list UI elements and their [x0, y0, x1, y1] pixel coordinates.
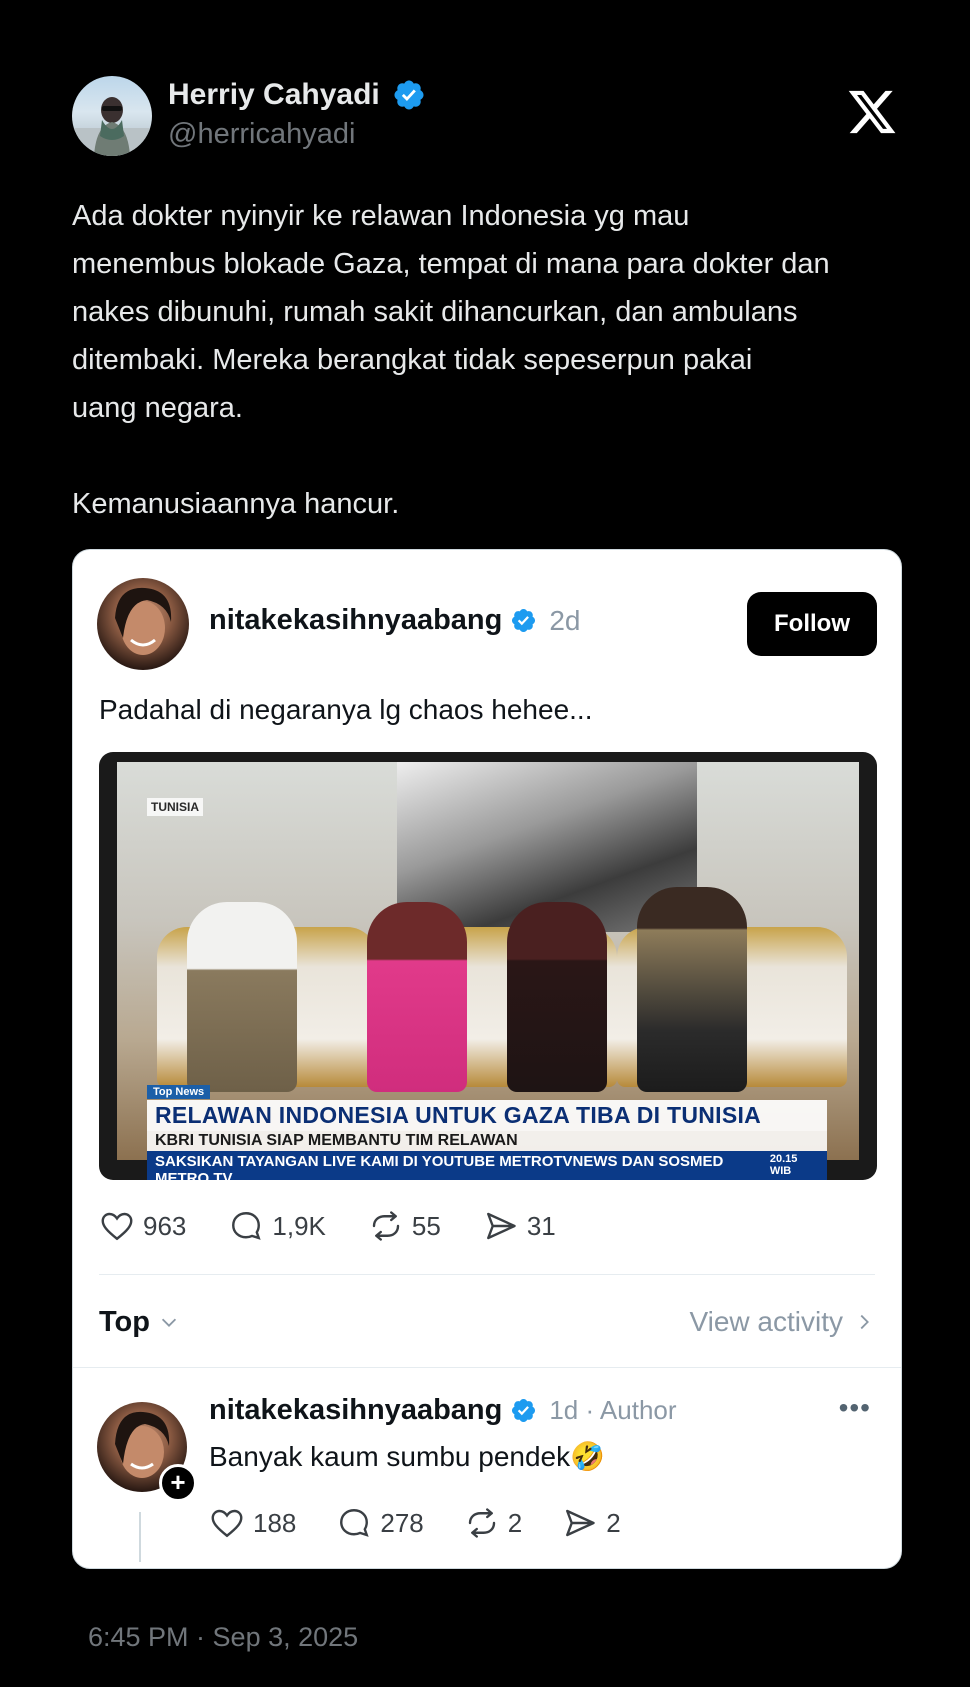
program-tag: Top News [147, 1085, 211, 1099]
quoted-post-media[interactable]: TUNISIA Top News RELAWAN INDONESIA UNTUK… [99, 752, 877, 1180]
reply-text: Banyak kaum sumbu pendek🤣 [209, 1441, 605, 1472]
reply-count: 278 [380, 1507, 424, 1538]
reply-button[interactable]: 278 [336, 1505, 424, 1541]
comment-icon [232, 1212, 262, 1240]
heart-icon [211, 1509, 243, 1538]
more-options-icon[interactable]: ••• [839, 1392, 871, 1424]
thread-line [139, 1512, 141, 1562]
quoted-username[interactable]: nitakekasihnyaabang [209, 604, 502, 637]
repost-button[interactable]: 2 [464, 1505, 522, 1541]
reply-author-avatar[interactable]: + [97, 1402, 197, 1502]
repost-count: 55 [411, 1210, 441, 1241]
quoted-post-card[interactable]: nitakekasihnyaabang 2d Follow Padahal di… [72, 549, 902, 1569]
news-headline: RELAWAN INDONESIA UNTUK GAZA TIBA DI TUN… [147, 1100, 827, 1131]
share-count: 2 [606, 1507, 621, 1538]
share-button[interactable]: 2 [562, 1505, 621, 1541]
send-icon [486, 1212, 516, 1240]
news-lower-third: Top News RELAWAN INDONESIA UNTUK GAZA TI… [147, 1082, 827, 1180]
sort-label: Top [99, 1305, 150, 1338]
author-display-name[interactable]: Herriy Cahyadi [168, 78, 380, 112]
reply-meta: 1d · Author [549, 1395, 677, 1425]
verified-badge-icon [512, 608, 536, 633]
send-icon [566, 1509, 595, 1537]
broadcast-clock: 20.15 WIB [769, 1153, 798, 1177]
follow-plus-icon[interactable]: + [159, 1464, 197, 1502]
person [507, 902, 607, 1092]
divider [99, 1274, 875, 1275]
tweet-timestamp[interactable]: 6:45 PM · Sep 3, 2025 [88, 1622, 358, 1653]
like-button[interactable]: 188 [209, 1505, 296, 1541]
like-count: 963 [143, 1210, 187, 1241]
repost-button[interactable]: 55 [368, 1208, 441, 1244]
ticker-text: SAKSIKAN TAYANGAN LIVE KAMI DI YOUTUBE M… [155, 1153, 724, 1180]
quoted-post-time: 2d [549, 604, 581, 636]
person [637, 887, 747, 1092]
share-button[interactable]: 31 [483, 1208, 556, 1244]
quoted-post-text: Padahal di negaranya lg chaos hehee... [99, 694, 593, 725]
reply-actions: 188 278 2 2 [209, 1505, 661, 1541]
view-activity-link[interactable]: View activity [689, 1306, 875, 1338]
repost-count: 2 [507, 1507, 523, 1538]
author-avatar[interactable] [72, 76, 152, 156]
view-activity-label: View activity [689, 1306, 843, 1337]
tweet-text: Ada dokter nyinyir ke relawan Indonesia … [72, 200, 830, 520]
reply-author-row: nitakekasihnyaabang 1d · Author [209, 1394, 677, 1427]
tweet-header: Herriy Cahyadi @herricahyadi [72, 76, 912, 156]
news-subheadline: KBRI TUNISIA SIAP MEMBANTU TIM RELAWAN [147, 1131, 827, 1151]
person [187, 902, 297, 1092]
reply-button[interactable]: 1,9K [228, 1208, 326, 1244]
chevron-right-icon [860, 1314, 869, 1330]
like-button[interactable]: 963 [99, 1208, 186, 1244]
verified-badge-icon [512, 1398, 536, 1423]
author-handle[interactable]: @herricahyadi [168, 118, 426, 151]
heart-icon [101, 1212, 133, 1241]
repost-icon [468, 1508, 495, 1538]
repost-icon [372, 1211, 400, 1241]
quoted-author-row: nitakekasihnyaabang 2d [209, 604, 581, 637]
chevron-down-icon [161, 1318, 177, 1327]
reply-username[interactable]: nitakekasihnyaabang [209, 1394, 502, 1427]
comment-icon [340, 1509, 370, 1537]
share-count: 31 [526, 1210, 556, 1241]
location-tag: TUNISIA [147, 798, 203, 816]
verified-badge-icon [394, 80, 424, 110]
replies-sort-row: Top View activity [99, 1302, 875, 1342]
author-info: Herriy Cahyadi @herricahyadi [168, 78, 426, 151]
follow-button[interactable]: Follow [747, 592, 877, 656]
x-logo-icon[interactable] [844, 86, 900, 138]
quoted-author-avatar[interactable] [97, 578, 189, 670]
sort-dropdown[interactable]: Top [99, 1306, 180, 1339]
reply-count: 1,9K [272, 1210, 326, 1241]
like-count: 188 [253, 1507, 297, 1538]
news-ticker: SAKSIKAN TAYANGAN LIVE KAMI DI YOUTUBE M… [147, 1151, 827, 1180]
person [367, 902, 467, 1092]
divider [73, 1367, 901, 1368]
quoted-post-actions: 963 1,9K 55 31 [99, 1208, 598, 1244]
